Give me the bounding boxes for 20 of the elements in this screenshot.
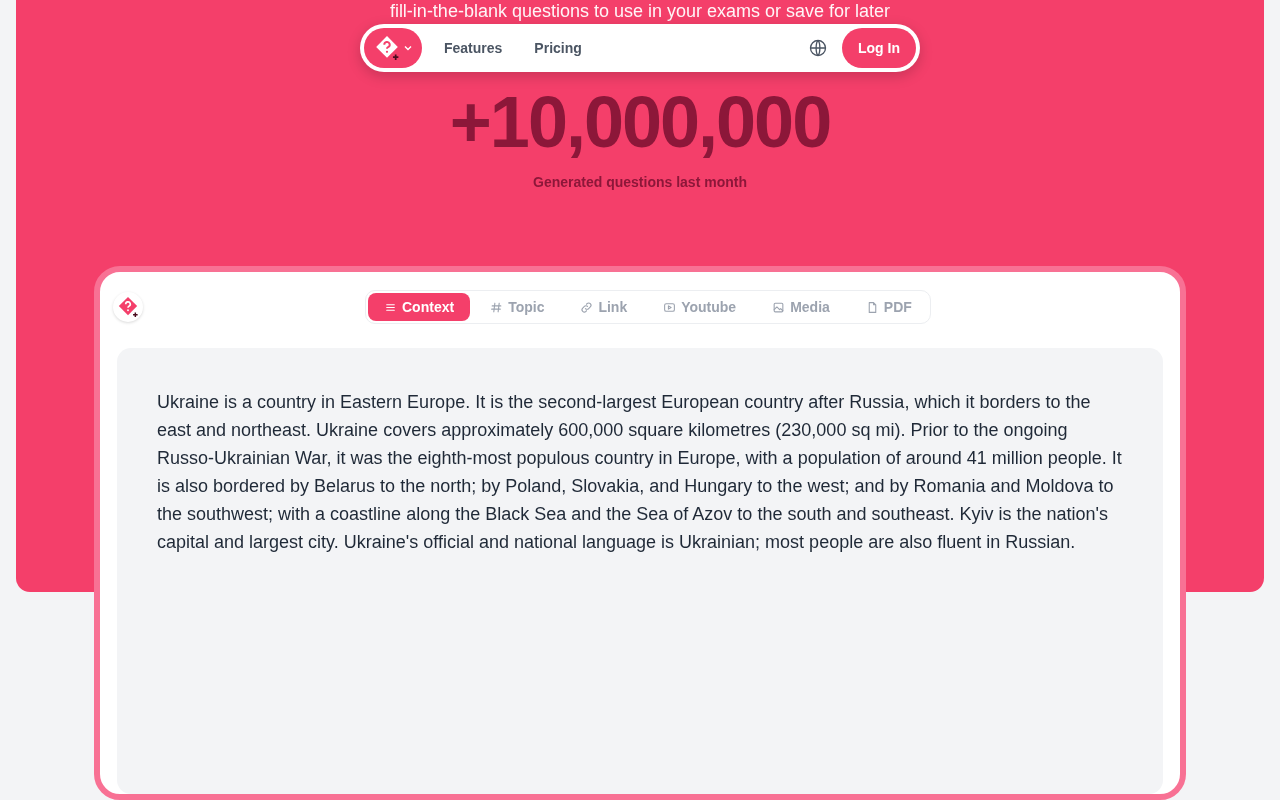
stat-label: Generated questions last month	[533, 174, 747, 190]
login-button[interactable]: Log In	[842, 28, 916, 68]
link-icon	[580, 300, 594, 314]
image-icon	[772, 300, 786, 314]
play-icon	[663, 300, 677, 314]
tab[interactable]: Topic	[474, 293, 561, 321]
tab[interactable]: Context	[368, 293, 471, 321]
tab[interactable]: PDF	[849, 293, 928, 321]
nav-link[interactable]: Features	[428, 32, 519, 64]
hero-subtitle: fill-in-the-blank questions to use in your exams or save for later	[389, 0, 891, 22]
stat-value: +10,000,000	[449, 82, 831, 162]
globe-icon[interactable]	[808, 38, 828, 58]
tab[interactable]: Link	[564, 293, 644, 321]
tab[interactable]: Youtube	[647, 293, 753, 321]
hash-icon	[490, 300, 504, 314]
logo-menu-button[interactable]	[364, 28, 422, 68]
tab[interactable]: Media	[756, 293, 846, 321]
chevron-down-icon	[402, 43, 413, 53]
nav-link[interactable]: Pricing	[518, 32, 598, 64]
text-area[interactable]: Ukraine is a country in Eastern Europe. It is the second-largest European country after Russia, which it borders to the east and northeast. Ukraine covers approximately 600,000 square kilometres (230,000 sq mi). Prior to the ongoing Russo-Ukrainian War, it was the eighth-most populous country in Europe, with a population of around 41 million people. It is also bordered by Belarus to the north; by Poland, Slovakia, and Hungary to the west; and by Romania and Moldova to the southwest; with a coastline along the Black Sea and the Sea of Azov to the south and southeast. Kyiv is the nation's capital and largest city. Ukraine's official and national language is Ukrainian; most people are also fluent in Russian.	[117, 348, 1163, 794]
